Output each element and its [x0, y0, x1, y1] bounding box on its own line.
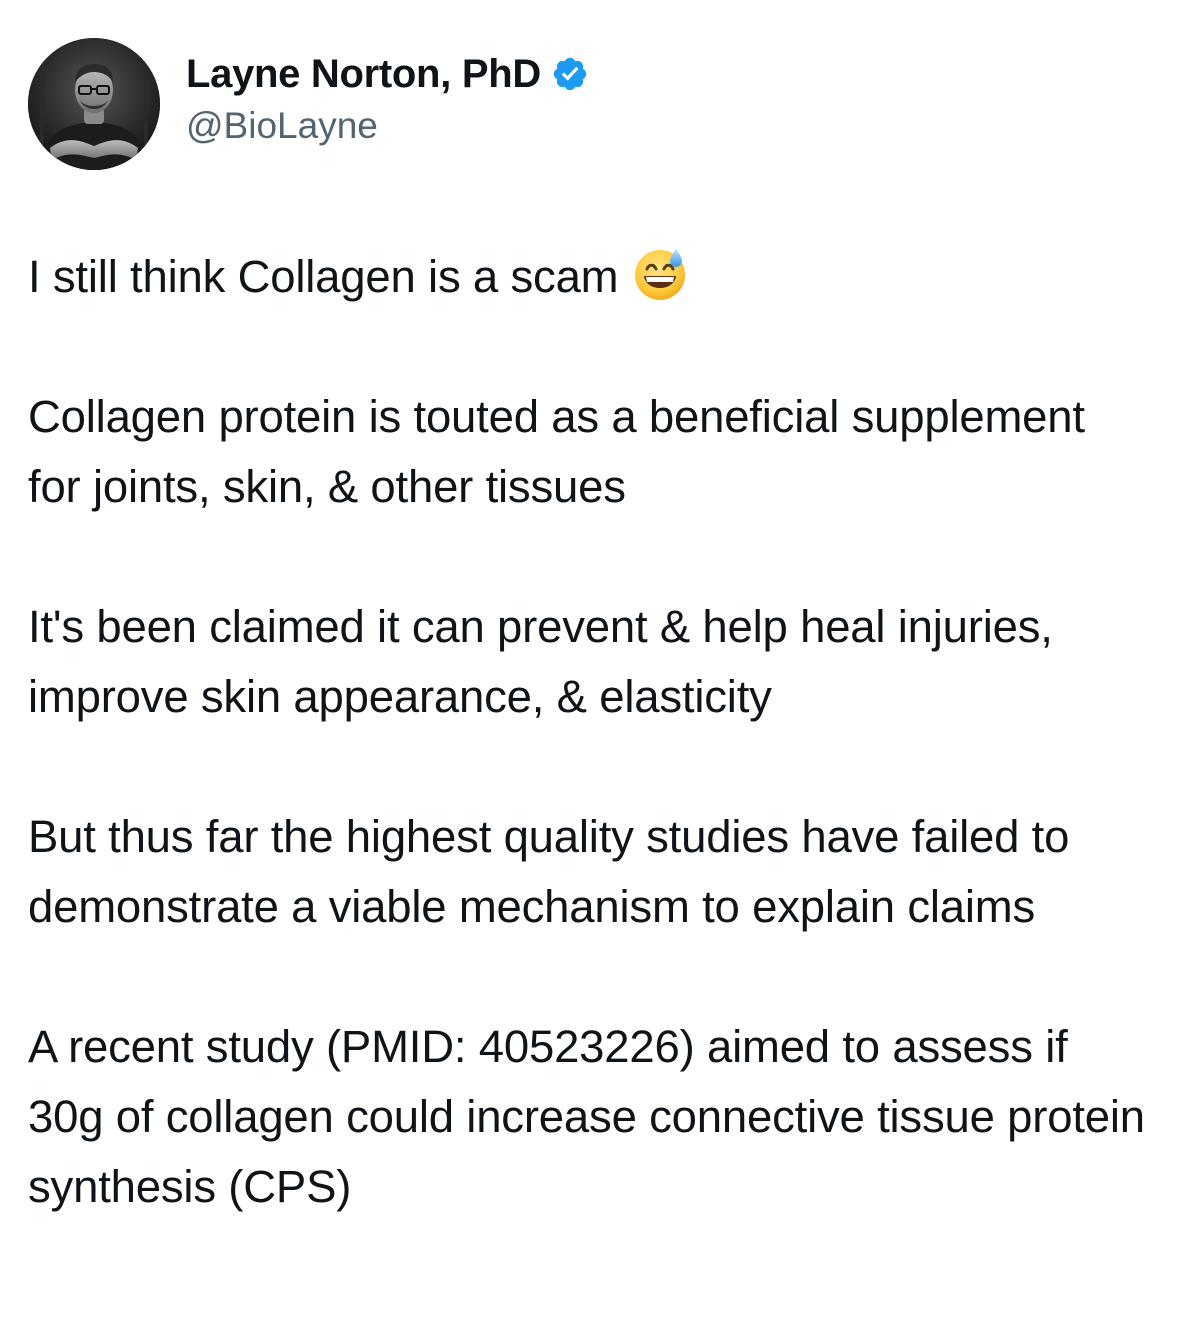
- tweet-card: Layne Norton, PhD @BioLayne I still thin…: [0, 0, 1179, 1337]
- author-name-row: Layne Norton, PhD: [186, 49, 589, 99]
- verified-badge-icon: [551, 55, 589, 93]
- avatar-photo: [28, 38, 160, 170]
- grinning-face-with-sweat-icon: [632, 246, 688, 302]
- author-identity: Layne Norton, PhD @BioLayne: [186, 49, 589, 147]
- tweet-paragraph: But thus far the highest quality studies…: [28, 811, 1070, 932]
- author-avatar[interactable]: [28, 38, 160, 170]
- author-handle[interactable]: @BioLayne: [186, 105, 589, 147]
- tweet-header: Layne Norton, PhD @BioLayne: [28, 38, 589, 170]
- author-display-name[interactable]: Layne Norton, PhD: [186, 52, 541, 97]
- tweet-paragraph: It's been claimed it can prevent & help …: [28, 601, 1053, 722]
- tweet-paragraph-first: I still think Collagen is a scam: [28, 242, 1148, 312]
- tweet-first-line: I still think Collagen is a scam: [28, 251, 619, 302]
- tweet-text: I still think Collagen is a scam Collage…: [28, 242, 1148, 1222]
- tweet-paragraph: Collagen protein is touted as a benefici…: [28, 391, 1085, 512]
- tweet-paragraph: A recent study (PMID: 40523226) aimed to…: [28, 1021, 1145, 1212]
